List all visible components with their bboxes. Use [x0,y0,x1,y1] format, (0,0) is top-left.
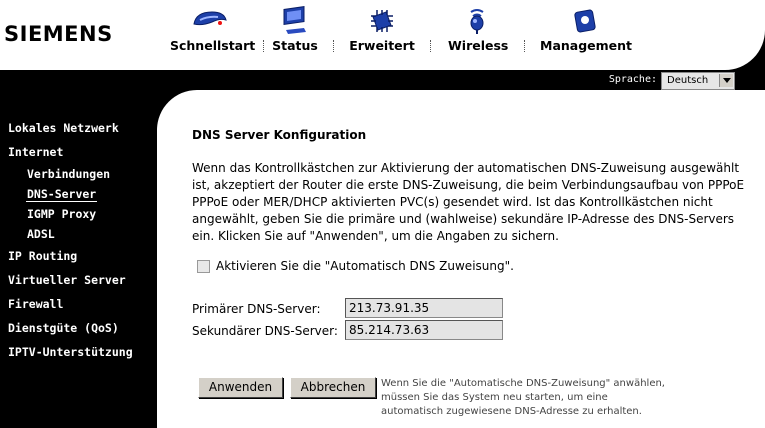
language-select[interactable]: Deutsch [661,72,735,90]
chip-icon [371,10,393,32]
sidebar-item-qos[interactable]: Dienstgüte (QoS) [8,321,119,335]
nav-label: Erweitert [349,38,415,53]
antenna-icon [470,9,484,34]
language-bar: Sprache: Deutsch [555,72,735,90]
hint-text: Wenn Sie die "Automatische DNS-Zuweisung… [381,378,665,417]
language-value: Deutsch [667,75,709,86]
nav-label: Management [540,38,633,53]
sidebar-item-ip-routing[interactable]: IP Routing [8,249,77,263]
sidebar-item-iptv[interactable]: IPTV-Unterstützung [8,345,133,359]
sidebar-item-dns-server[interactable]: DNS-Server [26,187,98,202]
nav-management[interactable]: Management [540,6,633,53]
siemens-logo: SIEMENS [4,22,113,46]
auto-dns-label: Aktivieren Sie die "Automatisch DNS Zuwe… [216,259,514,273]
auto-dns-checkbox[interactable] [197,260,210,273]
chevron-down-icon[interactable] [719,74,733,87]
nav-status[interactable]: Status [272,6,318,53]
nav-separator [524,40,526,52]
nav-label: Status [272,38,318,53]
header: SIEMENS Schnellstart Status Erweitert Wi… [0,0,765,70]
secondary-dns-field[interactable]: 85.214.73.63 [345,320,503,340]
nav-wireless[interactable]: Wireless [448,6,508,53]
page-title: DNS Server Konfiguration [192,128,367,142]
sidebar-item-verbindungen[interactable]: Verbindungen [27,167,110,181]
nav-separator [333,40,335,52]
description-text: Wenn das Kontrollkästchen zur Aktivierun… [192,161,745,243]
sidebar-item-adsl[interactable]: ADSL [27,227,55,241]
apply-button[interactable]: Anwenden [198,377,283,398]
sidebar-item-firewall[interactable]: Firewall [8,297,63,311]
primary-dns-label: Primärer DNS-Server: [192,302,321,316]
cancel-button[interactable]: Abbrechen [290,377,376,398]
primary-dns-value: 213.73.91.35 [349,301,430,315]
sidebar-item-virtueller-server[interactable]: Virtueller Server [8,273,126,287]
setup-wand-icon [193,11,227,26]
nav-separator [263,40,265,52]
card-icon [574,9,596,33]
secondary-dns-value: 85.214.73.63 [349,323,430,337]
sidebar-item-igmp-proxy[interactable]: IGMP Proxy [27,207,96,221]
sidebar-item-lokales-netzwerk[interactable]: Lokales Netzwerk [8,121,119,135]
nav-schnellstart[interactable]: Schnellstart [170,6,256,53]
primary-dns-field[interactable]: 213.73.91.35 [345,298,503,318]
language-label: Sprache: [608,74,657,85]
secondary-dns-label: Sekundärer DNS-Server: [192,324,338,338]
nav-separator [430,40,432,52]
main-panel: DNS Server Konfiguration Wenn das Kontro… [157,90,765,428]
monitor-icon [283,6,306,34]
nav-label: Schnellstart [170,38,256,53]
sidebar-item-internet[interactable]: Internet [8,145,63,159]
header-panel: SIEMENS Schnellstart Status Erweitert Wi… [0,0,765,70]
nav-erweitert[interactable]: Erweitert [349,6,415,53]
nav-label: Wireless [448,38,509,53]
